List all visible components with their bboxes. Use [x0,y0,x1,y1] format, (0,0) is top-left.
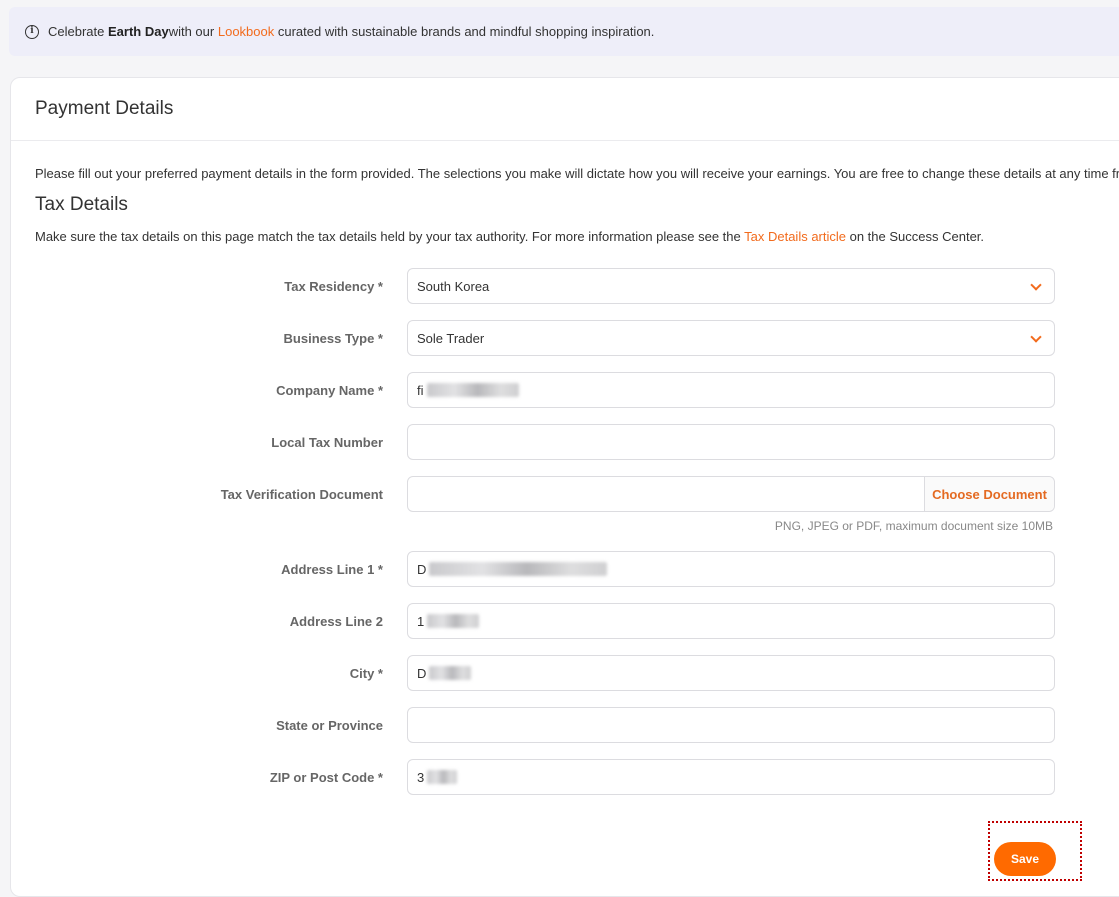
payment-details-card: Payment Details Please fill out your pre… [10,77,1119,897]
lookbook-link[interactable]: Lookbook [218,24,274,39]
business-type-label: Business Type * [283,330,383,346]
address-line-1-row: Address Line 1 * D [11,551,1111,587]
city-row: City * D [11,655,1111,691]
address-line-1-label: Address Line 1 * [281,561,383,577]
company-name-input[interactable]: fi [407,372,1055,408]
business-type-row: Business Type * Sole Trader [11,320,1111,356]
tax-residency-row: Tax Residency * South Korea [11,268,1111,304]
info-icon: i [25,24,39,39]
page-title: Payment Details [35,98,174,119]
announcement-banner: i Celebrate Earth Day with our Lookbook … [9,7,1119,56]
tax-desc-after: on the Success Center. [846,229,985,244]
zip-row: ZIP or Post Code * 3 [11,759,1111,795]
tax-document-row: Tax Verification Document Choose Documen… [11,476,1111,512]
address-line-1-value: D [417,561,427,577]
redacted-text [426,383,519,397]
zip-value: 3 [417,769,425,785]
zip-label: ZIP or Post Code * [269,769,383,785]
banner-text-mid: with our [168,24,215,39]
business-type-select[interactable]: Sole Trader [407,320,1055,356]
choose-document-button[interactable]: Choose Document [924,477,1054,511]
state-input[interactable] [407,707,1055,743]
tax-desc-before: Make sure the tax details on this page m… [35,229,745,244]
local-tax-number-row: Local Tax Number [11,424,1111,460]
tax-residency-label: Tax Residency * [284,278,383,294]
card-header: Payment Details [11,78,1119,141]
zip-input[interactable]: 3 [407,759,1055,795]
save-button[interactable]: Save [994,842,1056,876]
tax-details-article-link[interactable]: Tax Details article [744,229,846,244]
tax-document-input[interactable]: Choose Document [407,476,1055,512]
state-row: State or Province [11,707,1111,743]
local-tax-number-label: Local Tax Number [271,434,383,450]
company-name-row: Company Name * fi [11,372,1111,408]
tax-residency-value: South Korea [417,278,490,294]
tax-document-hint: PNG, JPEG or PDF, maximum document size … [774,519,1053,533]
banner-bold: Earth Day [108,24,169,39]
redacted-text [427,770,458,784]
city-value: D [417,665,427,681]
business-type-value: Sole Trader [417,330,485,346]
address-line-2-row: Address Line 2 1 [11,603,1111,639]
banner-text-before: Celebrate [48,24,105,39]
address-line-1-input[interactable]: D [407,551,1055,587]
local-tax-number-input[interactable] [407,424,1055,460]
state-label: State or Province [276,717,383,733]
address-line-2-input[interactable]: 1 [407,603,1055,639]
city-input[interactable]: D [407,655,1055,691]
chevron-down-icon [1030,279,1042,291]
company-name-value: fi [417,382,424,398]
company-name-label: Company Name * [276,382,383,398]
redacted-text [427,614,480,628]
tax-details-title: Tax Details [35,194,128,215]
save-highlight: Save [988,821,1082,881]
redacted-text [429,562,608,576]
tax-details-description: Make sure the tax details on this page m… [35,229,984,244]
banner-text-after: curated with sustainable brands and mind… [277,24,655,39]
intro-text: Please fill out your preferred payment d… [35,166,1119,181]
address-line-2-label: Address Line 2 [289,613,383,629]
tax-residency-select[interactable]: South Korea [407,268,1055,304]
tax-document-label: Tax Verification Document [220,486,383,502]
address-line-2-value: 1 [417,613,425,629]
chevron-down-icon [1030,331,1042,343]
redacted-text [429,666,472,680]
city-label: City * [349,665,383,681]
